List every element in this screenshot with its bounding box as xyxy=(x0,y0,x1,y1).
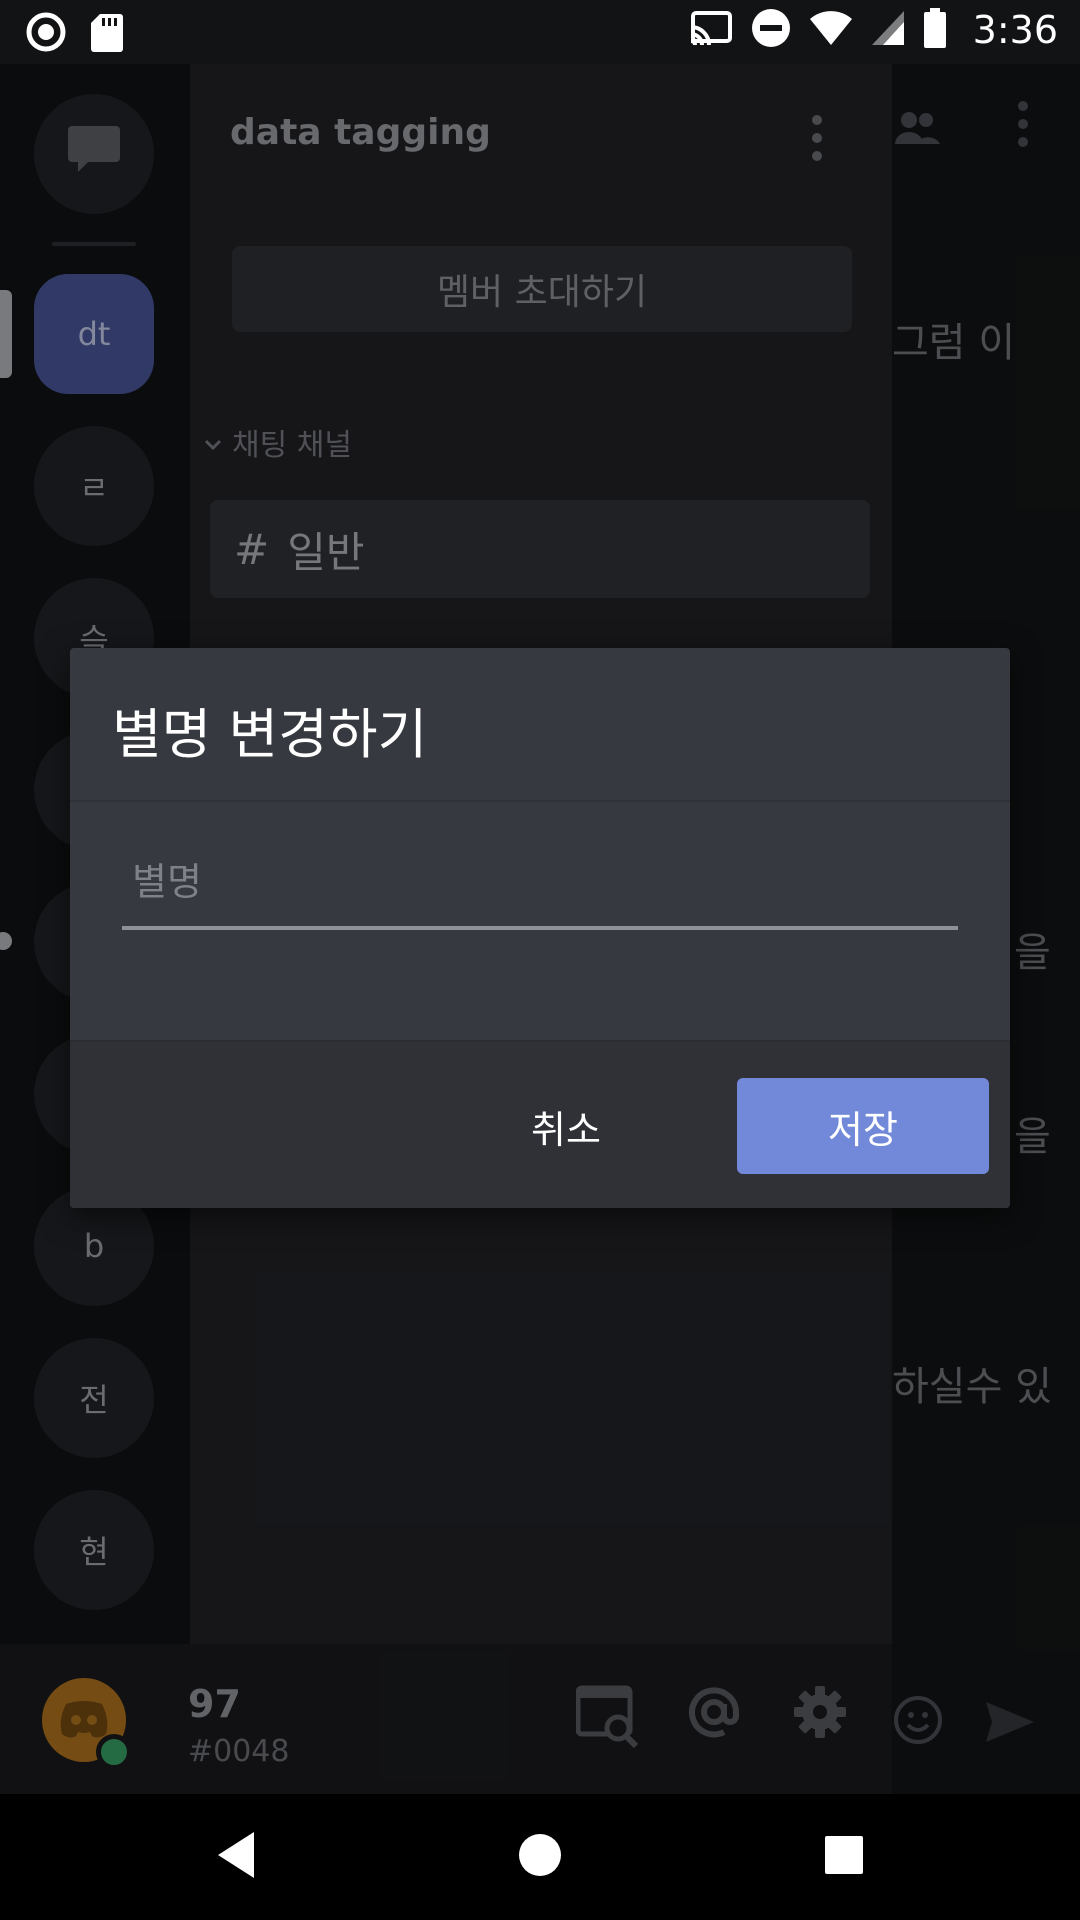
chat-message-fragment: 하실수 있 xyxy=(892,1364,1052,1410)
direct-messages-icon xyxy=(66,124,122,184)
nickname-input[interactable] xyxy=(122,838,958,930)
wifi-icon xyxy=(809,10,853,50)
guild-overflow-icon[interactable] xyxy=(810,114,824,166)
members-icon[interactable] xyxy=(892,108,942,152)
settings-gear-icon[interactable] xyxy=(792,1684,848,1744)
chat-message-fragment: 을 xyxy=(1014,1114,1051,1160)
server-item[interactable]: dt xyxy=(34,274,154,394)
screen: 3:36 그럼 이 을 을 하실수 있 dt ㄹ 슥 b 전 현 data ta… xyxy=(0,0,1080,1920)
search-window-icon[interactable] xyxy=(575,1684,640,1752)
emoji-icon[interactable] xyxy=(892,1694,944,1750)
chevron-down-icon xyxy=(204,425,222,460)
server-item[interactable]: 현 xyxy=(34,1490,154,1610)
change-nickname-dialog: 별명 변경하기 취소 저장 xyxy=(70,648,1010,1208)
cancel-button[interactable]: 취소 xyxy=(476,1078,656,1174)
user-discriminator: #0048 xyxy=(188,1734,290,1769)
send-icon[interactable] xyxy=(984,1700,1036,1748)
cast-icon xyxy=(689,10,733,50)
chat-message-fragment: 그럼 이 xyxy=(892,320,1016,366)
status-time: 3:36 xyxy=(972,8,1058,52)
channel-category[interactable]: 채팅 채널 xyxy=(204,420,352,464)
username: 97 xyxy=(188,1682,241,1726)
sd-card-icon xyxy=(90,12,124,56)
recents-icon[interactable] xyxy=(822,1830,866,1884)
record-icon xyxy=(26,12,66,56)
do-not-disturb-icon xyxy=(751,8,791,52)
cell-signal-icon xyxy=(871,10,905,50)
dialog-title: 별명 변경하기 xyxy=(112,703,428,766)
guild-name[interactable]: data tagging xyxy=(230,112,491,153)
battery-icon xyxy=(923,8,947,52)
mention-icon[interactable] xyxy=(686,1684,742,1744)
dialog-footer: 취소 저장 xyxy=(70,1040,1010,1208)
invite-members-button[interactable]: 멤버 초대하기 xyxy=(232,246,852,332)
chat-overflow-icon[interactable] xyxy=(1016,100,1030,152)
channel-item[interactable]: # 일반 xyxy=(210,500,870,598)
direct-messages-button[interactable] xyxy=(34,94,154,214)
dialog-body xyxy=(70,802,1010,1040)
hash-icon: # xyxy=(234,524,270,574)
unread-indicator xyxy=(0,932,12,950)
chat-message-fragment: 을 xyxy=(1014,930,1051,976)
server-item[interactable]: ㄹ xyxy=(34,426,154,546)
status-bar: 3:36 xyxy=(0,0,1080,64)
rail-divider xyxy=(52,242,136,246)
dialog-header: 별명 변경하기 xyxy=(70,648,1010,802)
channel-name: 일반 xyxy=(287,527,365,577)
home-icon[interactable] xyxy=(518,1830,562,1884)
online-status-dot xyxy=(96,1734,132,1770)
user-panel: 97 #0048 xyxy=(0,1644,892,1794)
navigation-bar xyxy=(0,1794,1080,1920)
category-label: 채팅 채널 xyxy=(232,428,352,463)
server-item[interactable]: 전 xyxy=(34,1338,154,1458)
active-server-indicator xyxy=(0,290,12,378)
save-button[interactable]: 저장 xyxy=(737,1078,989,1174)
back-icon[interactable] xyxy=(214,1830,258,1884)
